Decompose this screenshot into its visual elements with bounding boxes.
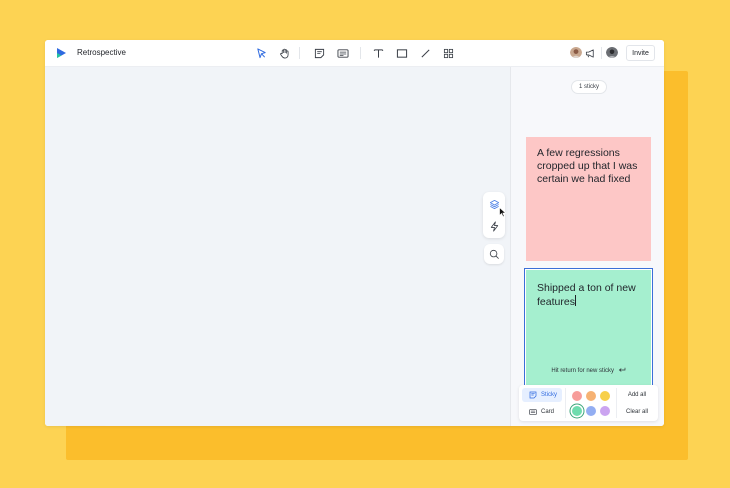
color-swatch-orange[interactable]: [586, 391, 596, 401]
rectangle-tool-icon[interactable]: [395, 46, 409, 60]
text-tool-icon[interactable]: [371, 46, 385, 60]
search-icon[interactable]: [484, 244, 504, 264]
invite-button[interactable]: Invite: [626, 45, 655, 61]
app-window: Retrospective Invite 1 sticky A few regr…: [45, 40, 664, 426]
sticky-count-badge: 1 sticky: [571, 80, 607, 94]
sticky-options-bar: Sticky Card Add all Clear all: [519, 385, 658, 421]
clear-all-button[interactable]: Clear all: [619, 405, 655, 419]
toolbar-divider: [360, 47, 361, 59]
toolbar-divider: [299, 47, 300, 59]
top-bar: Retrospective Invite: [45, 40, 664, 67]
color-swatch-red[interactable]: [572, 391, 582, 401]
sticky-tool-icon[interactable]: [312, 46, 326, 60]
mouse-cursor-icon: [499, 207, 507, 218]
select-tool-icon[interactable]: [254, 46, 268, 60]
new-sticky-hint: Hit return for new sticky: [526, 365, 651, 378]
board-canvas[interactable]: [45, 67, 510, 426]
color-swatch-blue[interactable]: [586, 406, 596, 416]
grid-tool-icon[interactable]: [441, 46, 455, 60]
color-swatch-green[interactable]: [572, 406, 582, 416]
sticky-type-icon: [529, 391, 537, 399]
app-logo-icon[interactable]: [55, 47, 67, 59]
card-tool-icon[interactable]: [336, 46, 350, 60]
toolbar-divider: [601, 47, 602, 59]
lightning-icon[interactable]: [484, 216, 504, 236]
board-title[interactable]: Retrospective: [77, 47, 126, 59]
megaphone-icon[interactable]: [583, 46, 597, 60]
hand-tool-icon[interactable]: [277, 46, 291, 60]
sticky-note[interactable]: Shipped a ton of new features Hit return…: [526, 270, 651, 385]
line-tool-icon[interactable]: [418, 46, 432, 60]
sticky-note-text[interactable]: Shipped a ton of new features: [537, 282, 636, 308]
card-type-icon: [529, 409, 537, 415]
options-divider: [565, 388, 566, 418]
card-type-option[interactable]: Card: [522, 405, 562, 419]
sticky-note-text: A few regressions cropped up that I was …: [537, 147, 638, 185]
sticky-note-editing[interactable]: Shipped a ton of new features Hit return…: [524, 268, 653, 387]
options-divider: [616, 388, 617, 418]
sticky-note[interactable]: A few regressions cropped up that I was …: [526, 137, 651, 261]
add-all-button[interactable]: Add all: [619, 388, 655, 402]
text-caret: [574, 295, 576, 306]
color-swatch-yellow[interactable]: [600, 391, 610, 401]
sticky-type-option[interactable]: Sticky: [522, 388, 562, 402]
color-swatch-purple[interactable]: [600, 406, 610, 416]
user-avatar[interactable]: [606, 46, 618, 58]
collaborator-avatar[interactable]: [570, 46, 582, 58]
sticky-panel: 1 sticky A few regressions cropped up th…: [510, 67, 664, 426]
return-key-icon: [618, 367, 626, 372]
